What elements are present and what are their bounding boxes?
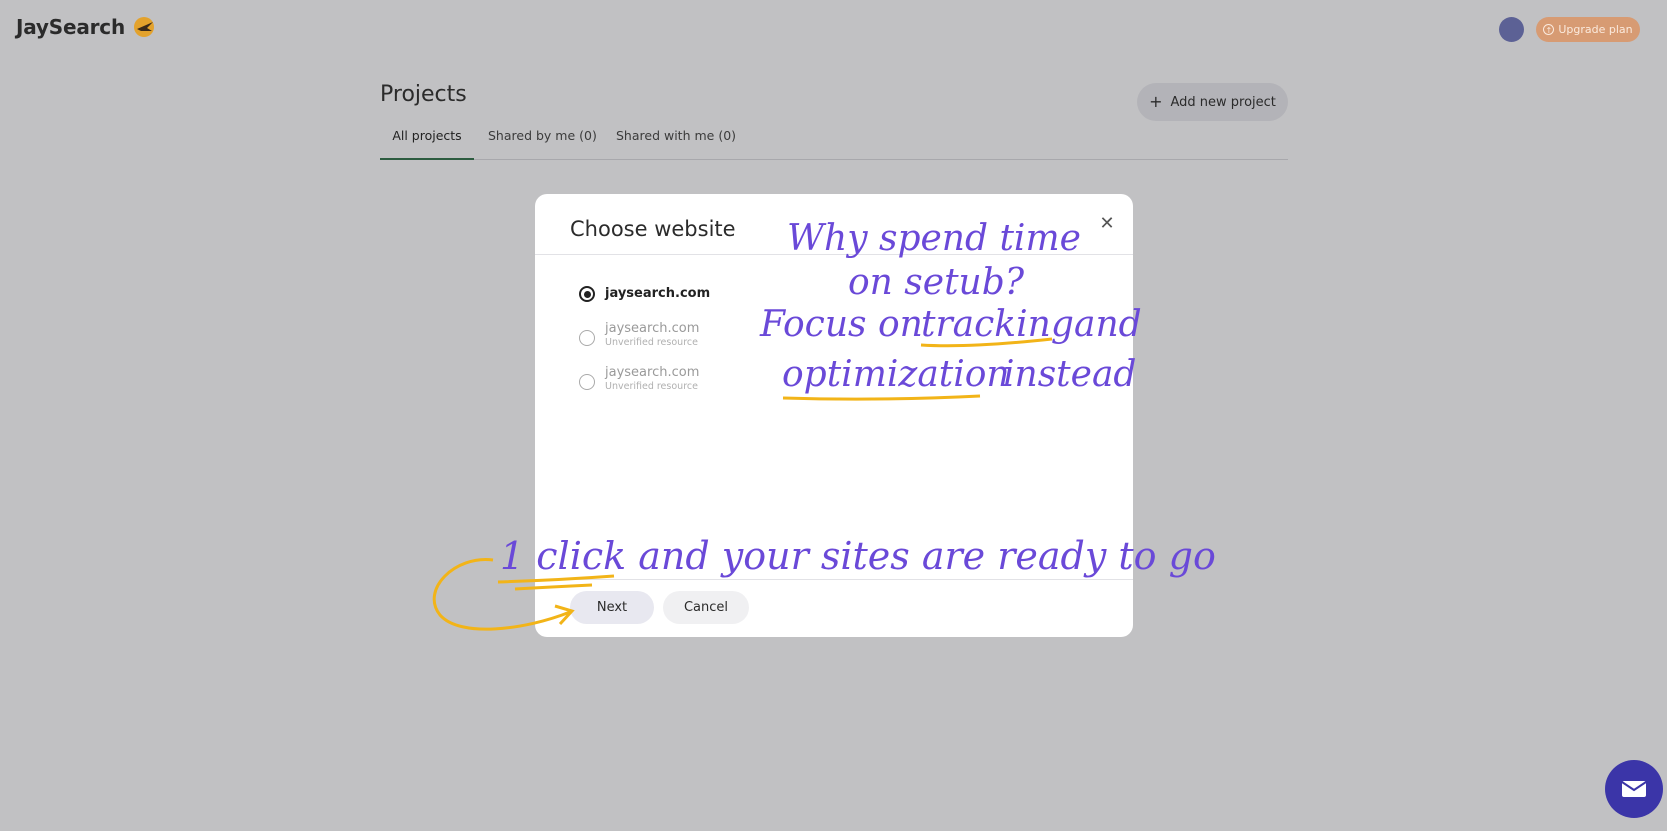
upgrade-plan-button[interactable]: ↑ Upgrade plan: [1536, 17, 1640, 42]
tab-all-projects[interactable]: All projects: [380, 128, 474, 160]
tab-shared-by-me[interactable]: Shared by me (0): [488, 128, 597, 158]
tab-shared-with-me[interactable]: Shared with me (0): [616, 128, 736, 158]
website-name: jaysearch.com: [605, 365, 700, 380]
close-icon[interactable]: ✕: [1096, 213, 1118, 235]
dialog-title: Choose website: [570, 217, 736, 241]
radio-selected-icon[interactable]: [579, 286, 595, 302]
website-option[interactable]: jaysearch.com: [579, 285, 710, 302]
next-button[interactable]: Next: [570, 591, 654, 624]
upgrade-label: Upgrade plan: [1558, 23, 1633, 36]
add-new-project-button[interactable]: + Add new project: [1137, 83, 1288, 121]
choose-website-dialog: Choose website ✕ jaysearch.com jaysearch…: [535, 194, 1133, 637]
website-option[interactable]: jaysearch.com Unverified resource: [579, 320, 699, 348]
chat-button[interactable]: [1605, 760, 1663, 818]
mail-icon: [1621, 781, 1647, 797]
page-title: Projects: [380, 82, 467, 107]
website-status: Unverified resource: [605, 381, 698, 392]
bird-logo-icon: [133, 17, 154, 37]
upgrade-icon: ↑: [1543, 24, 1555, 35]
website-option[interactable]: jaysearch.com Unverified resource: [579, 364, 699, 392]
app-name: JaySearch: [16, 15, 125, 39]
website-status: Unverified resource: [605, 337, 698, 348]
divider: [535, 254, 1133, 255]
user-avatar[interactable]: [1499, 17, 1524, 42]
cancel-button[interactable]: Cancel: [663, 591, 749, 624]
radio-icon[interactable]: [579, 330, 595, 346]
radio-icon[interactable]: [579, 374, 595, 390]
plus-icon: +: [1149, 92, 1163, 111]
website-name: jaysearch.com: [605, 286, 711, 301]
add-project-label: Add new project: [1170, 94, 1276, 110]
app-logo[interactable]: JaySearch: [16, 14, 157, 40]
divider: [535, 579, 1133, 580]
project-tabs: All projects Shared by me (0) Shared wit…: [380, 120, 1288, 160]
website-name: jaysearch.com: [605, 321, 700, 336]
